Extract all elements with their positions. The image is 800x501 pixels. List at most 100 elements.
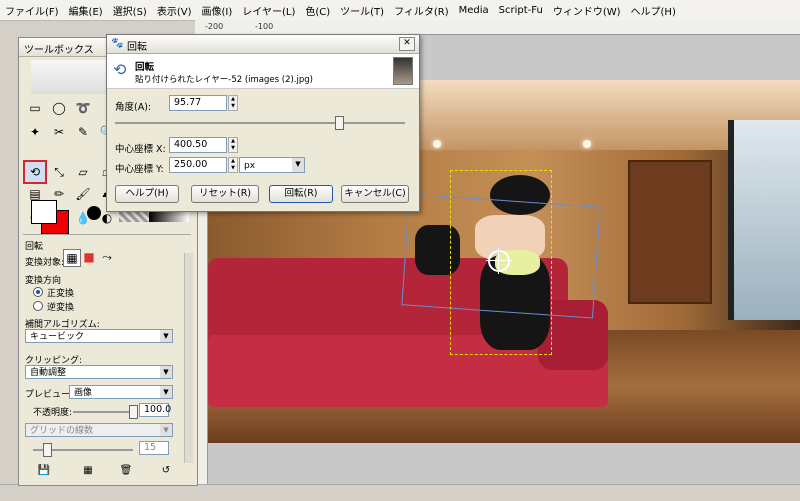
toolbox-title: ツールボックス bbox=[24, 45, 94, 56]
center-y-spin-buttons[interactable]: ▲ ▼ bbox=[228, 157, 238, 173]
grid-type-value: グリッドの線数 bbox=[30, 426, 94, 436]
brush-preview[interactable] bbox=[87, 206, 101, 220]
opacity-value: 100.0 bbox=[144, 404, 172, 415]
menu-select[interactable]: 選択(S) bbox=[108, 3, 152, 18]
status-bar bbox=[0, 484, 800, 501]
transform-target-label: 変換対象: bbox=[25, 258, 65, 268]
rect-select-icon[interactable]: ▭ bbox=[25, 98, 45, 118]
free-select-icon[interactable]: ➰ bbox=[73, 98, 93, 118]
tool-options-title: 回転 bbox=[25, 242, 44, 252]
delete-options-icon[interactable]: 🗑 bbox=[119, 463, 133, 477]
menu-view[interactable]: 表示(V) bbox=[152, 3, 197, 18]
transform-path-icon[interactable]: ⤳ bbox=[99, 249, 115, 265]
room-window bbox=[728, 120, 800, 320]
menu-image[interactable]: 画像(I) bbox=[197, 3, 238, 18]
menu-windows[interactable]: ウィンドウ(W) bbox=[548, 3, 626, 18]
grid-lines-input[interactable]: 15 bbox=[139, 441, 169, 455]
reset-options-icon[interactable]: ↺ bbox=[159, 463, 173, 477]
fuzzy-select-icon[interactable]: ✦ bbox=[25, 122, 45, 142]
preview-select[interactable]: 画像 ▼ bbox=[69, 385, 173, 399]
opacity-input[interactable]: 100.0 bbox=[139, 403, 172, 417]
tool-options-panel: 回転 変換対象: ▦ ■ ⤳ 変換方向 正変換 逆変換 補間アルゴリズム: キュ… bbox=[23, 234, 191, 485]
angle-value: 95.77 bbox=[174, 97, 202, 108]
angle-spin-buttons[interactable]: ▲ ▼ bbox=[228, 95, 238, 111]
ceiling-lamp bbox=[583, 140, 591, 148]
center-y-input[interactable]: 250.00 bbox=[169, 157, 227, 173]
interpolation-select[interactable]: キュービック ▼ bbox=[25, 329, 173, 343]
menu-file[interactable]: ファイル(F) bbox=[0, 3, 64, 18]
direction-forward-radio[interactable] bbox=[33, 287, 43, 297]
angle-input[interactable]: 95.77 bbox=[169, 95, 227, 111]
clipping-value: 自動調整 bbox=[30, 368, 67, 378]
cancel-button[interactable]: キャンセル(C) bbox=[341, 185, 409, 203]
chevron-down-icon: ▼ bbox=[160, 366, 172, 378]
dialog-header: ⟲ 回転 貼り付けられたレイヤー-52 (images (2).jpg) bbox=[107, 54, 419, 89]
ceiling-lamp bbox=[433, 140, 441, 148]
grid-lines-slider-thumb[interactable] bbox=[43, 443, 52, 457]
help-button[interactable]: ヘルプ(H) bbox=[115, 185, 179, 203]
menu-media[interactable]: Media bbox=[454, 5, 494, 16]
angle-slider-track[interactable] bbox=[115, 122, 405, 124]
rotate-tool-icon[interactable]: ⟲ bbox=[23, 160, 47, 184]
angle-label: 角度(A): bbox=[115, 102, 152, 113]
direction-label: 変換方向 bbox=[25, 276, 62, 286]
ruler-tick: -200 bbox=[205, 22, 224, 31]
rotation-pivot-handle[interactable] bbox=[486, 248, 512, 274]
chevron-down-icon: ▼ bbox=[160, 330, 172, 342]
menu-script-fu[interactable]: Script-Fu bbox=[494, 5, 548, 16]
reset-button[interactable]: リセット(R) bbox=[191, 185, 259, 203]
scissors-icon[interactable]: ✂ bbox=[49, 122, 69, 142]
horizontal-ruler: -200 -100 bbox=[195, 20, 800, 35]
transform-selection-icon[interactable]: ■ bbox=[81, 249, 97, 265]
center-x-spin-buttons[interactable]: ▲ ▼ bbox=[228, 137, 238, 153]
menu-tools[interactable]: ツール(T) bbox=[335, 3, 389, 18]
center-x-input[interactable]: 400.50 bbox=[169, 137, 227, 153]
center-y-value: 250.00 bbox=[174, 159, 208, 170]
opacity-slider-track[interactable] bbox=[73, 411, 133, 413]
unit-value: px bbox=[244, 161, 256, 171]
save-options-icon[interactable]: 💾 bbox=[37, 463, 51, 477]
grid-type-select[interactable]: グリッドの線数 ▼ bbox=[25, 423, 173, 437]
foreground-color-swatch[interactable] bbox=[31, 200, 57, 224]
dialog-header-title: 回転 bbox=[135, 62, 155, 73]
menu-colors[interactable]: 色(C) bbox=[300, 3, 335, 18]
tool-options-scrollbar[interactable] bbox=[184, 253, 193, 463]
chevron-down-icon: ▼ bbox=[160, 386, 172, 398]
menu-help[interactable]: ヘルプ(H) bbox=[626, 3, 681, 18]
preview-label: プレビュー: bbox=[25, 390, 74, 400]
center-y-label: 中心座標 Y: bbox=[115, 164, 164, 175]
preview-value: 画像 bbox=[74, 388, 93, 398]
menu-layer[interactable]: レイヤー(L) bbox=[237, 3, 300, 18]
interpolation-value: キュービック bbox=[30, 332, 85, 342]
angle-slider-thumb[interactable] bbox=[335, 116, 345, 130]
paintbrush-icon[interactable]: 🖌 bbox=[73, 184, 93, 204]
rotate-tool-icon: ⟲ bbox=[113, 60, 127, 79]
close-icon[interactable]: ✕ bbox=[399, 37, 415, 51]
wood-cabinet bbox=[628, 160, 712, 304]
dialog-title: 回転 bbox=[127, 42, 147, 53]
menubar: ファイル(F) 編集(E) 選択(S) 表示(V) 画像(I) レイヤー(L) … bbox=[0, 0, 800, 21]
chevron-down-icon: ▼ bbox=[160, 424, 172, 436]
layer-thumbnail bbox=[393, 57, 413, 85]
opacity-slider-thumb[interactable] bbox=[129, 405, 138, 419]
center-x-label: 中心座標 X: bbox=[115, 144, 166, 155]
direction-reverse-radio[interactable] bbox=[33, 301, 43, 311]
menu-edit[interactable]: 編集(E) bbox=[64, 3, 108, 18]
color-picker-icon[interactable]: ✎ bbox=[73, 122, 93, 142]
grid-lines-value: 15 bbox=[144, 442, 157, 453]
ellipse-select-icon[interactable]: ◯ bbox=[49, 98, 69, 118]
direction-reverse-label: 逆変換 bbox=[47, 303, 75, 313]
menu-filters[interactable]: フィルタ(R) bbox=[389, 3, 454, 18]
transform-layer-icon[interactable]: ▦ bbox=[63, 249, 81, 267]
shear-tool-icon[interactable]: ▱ bbox=[73, 162, 93, 182]
unit-select[interactable]: px ▼ bbox=[239, 157, 305, 173]
rotate-dialog: 🐾 回転 ✕ ⟲ 回転 貼り付けられたレイヤー-52 (images (2).j… bbox=[106, 34, 420, 212]
dialog-titlebar[interactable]: 🐾 回転 ✕ bbox=[107, 35, 419, 54]
scale-tool-icon[interactable]: ⤡ bbox=[49, 162, 69, 182]
clipping-select[interactable]: 自動調整 ▼ bbox=[25, 365, 173, 379]
rotate-button[interactable]: 回転(R) bbox=[269, 185, 333, 203]
restore-options-icon[interactable]: ▦ bbox=[81, 463, 95, 477]
center-x-value: 400.50 bbox=[174, 139, 208, 150]
dialog-header-subtitle: 貼り付けられたレイヤー-52 (images (2).jpg) bbox=[135, 75, 313, 85]
ruler-tick: -100 bbox=[255, 22, 274, 31]
